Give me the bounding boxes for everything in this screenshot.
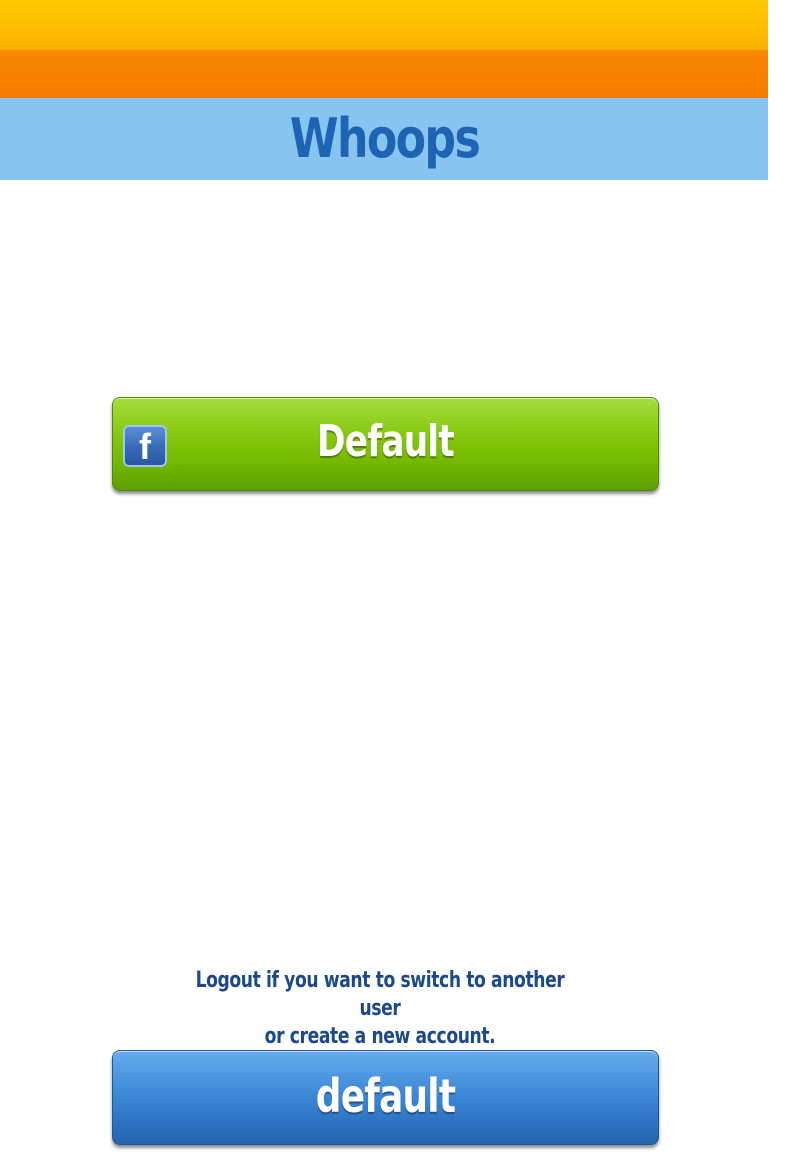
logout-hint-line-2: or create a new account.	[264, 1024, 496, 1049]
facebook-button-label: Default	[316, 416, 455, 467]
logout-button-label: default	[315, 1069, 456, 1123]
facebook-icon: f	[125, 427, 165, 465]
facebook-icon-glyph: f	[139, 427, 151, 465]
facebook-login-button[interactable]: f Default	[112, 397, 659, 491]
title-bar: Whoops	[0, 98, 768, 180]
logout-button[interactable]: default	[112, 1050, 659, 1145]
logout-hint-line-1: Logout if you want to switch to another …	[195, 968, 565, 1021]
page-title: Whoops	[289, 107, 480, 170]
logout-hint: Logout if you want to switch to another …	[177, 967, 583, 1051]
top-bar	[0, 0, 768, 98]
